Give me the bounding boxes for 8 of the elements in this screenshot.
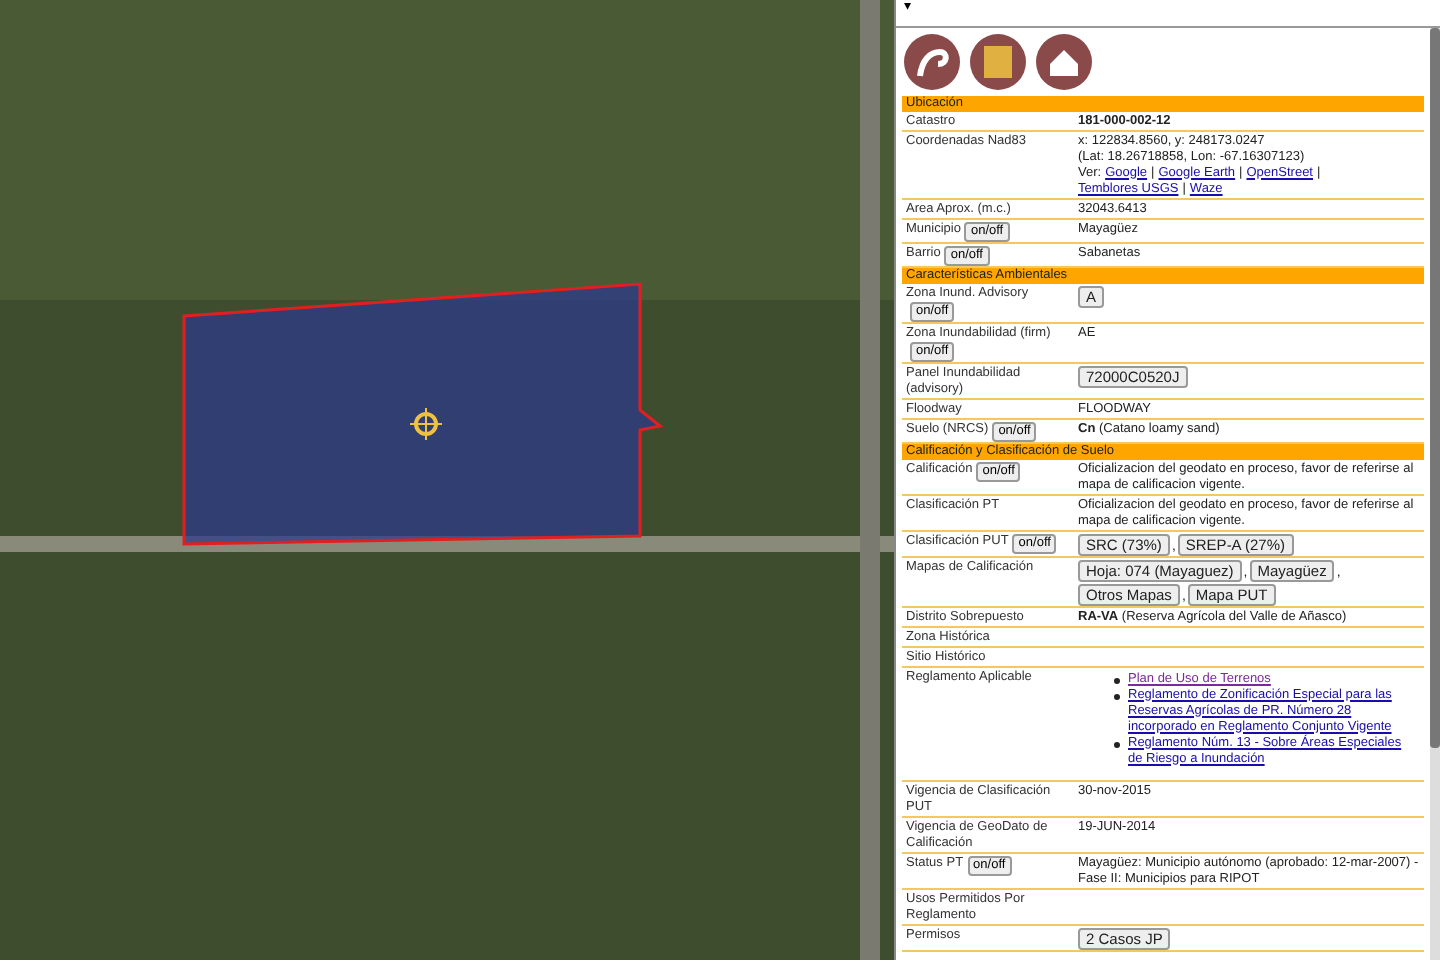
- bullet-icon: [1114, 677, 1120, 683]
- logo-icon[interactable]: [968, 32, 1028, 92]
- scrollbar[interactable]: [1430, 28, 1440, 960]
- bullet-icon: [1114, 693, 1120, 699]
- hand-icon[interactable]: [902, 32, 962, 92]
- crosshair-icon: [409, 407, 443, 441]
- bullet-icon: [1114, 741, 1120, 747]
- house-icon[interactable]: [1034, 32, 1094, 92]
